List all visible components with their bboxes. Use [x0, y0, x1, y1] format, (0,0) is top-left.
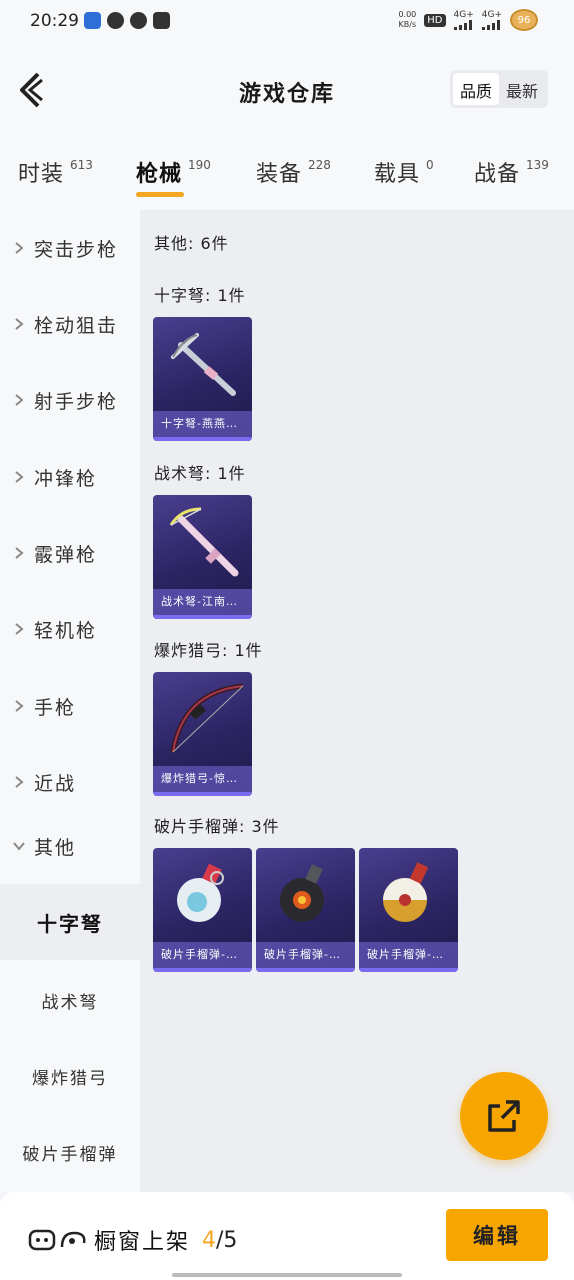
group-title-crossbow: 十字弩: 1件 — [154, 286, 246, 305]
mail-notification-icon — [153, 12, 170, 29]
bow-icon — [170, 683, 244, 753]
screen: 20:29 0.00 KB/s HD 4G+ 4G+ 96 游戏仓库 品质 最新… — [0, 0, 574, 1280]
header: 游戏仓库 品质 最新 — [0, 44, 574, 140]
sort-newest-button[interactable]: 最新 — [499, 73, 545, 105]
showcase-count: 4/5 — [202, 1227, 238, 1253]
signal-sim1-icon: 4G+ — [453, 10, 474, 30]
sidebar-item-other[interactable]: 其他 — [0, 808, 140, 884]
sidebar-item-lmg[interactable]: 轻机枪 — [0, 591, 140, 667]
category-tabs: 时装 613 枪械 190 装备 228 载具 0 战备 139 — [0, 140, 574, 210]
sidebar-sub-explosive-bow[interactable]: 爆炸猎弓 — [0, 1038, 140, 1114]
showcase-icon — [28, 1229, 86, 1251]
tab-firearms[interactable]: 枪械 190 — [136, 156, 211, 197]
category-summary: 其他: 6件 — [154, 234, 229, 253]
sort-toggle: 品质 最新 — [449, 70, 548, 108]
sidebar-sub-crossbow[interactable]: 十字弩 — [0, 884, 140, 960]
hd-badge: HD — [424, 13, 446, 27]
tab-vehicles[interactable]: 载具 0 — [374, 156, 434, 188]
crossbow-icon — [171, 333, 236, 396]
chevron-right-icon — [12, 546, 26, 560]
sidebar-item-pistol[interactable]: 手枪 — [0, 668, 140, 744]
sidebar-item-assault-rifle[interactable]: 突击步枪 — [0, 210, 140, 286]
group-title-explosive-bow: 爆炸猎弓: 1件 — [154, 641, 263, 660]
sidebar-item-bolt-sniper[interactable]: 栓动狙击 — [0, 286, 140, 362]
chevron-right-icon — [12, 393, 26, 407]
battery-icon: 96 — [510, 9, 538, 31]
chevron-right-icon — [12, 775, 26, 789]
grenade-icon — [280, 864, 324, 922]
item-card-crossbow[interactable]: 十字弩-燕燕… — [153, 317, 252, 441]
chevron-right-icon — [12, 699, 26, 713]
showcase-status[interactable]: 橱窗上架 4/5 — [28, 1224, 237, 1256]
tab-fashion[interactable]: 时装 613 — [18, 156, 93, 188]
group-title-tactical-crossbow: 战术弩: 1件 — [154, 464, 246, 483]
sidebar-item-marksman-rifle[interactable]: 射手步枪 — [0, 362, 140, 438]
sort-quality-button[interactable]: 品质 — [452, 73, 499, 105]
sidebar-sub-frag-grenade[interactable]: 破片手榴弹 — [0, 1114, 140, 1190]
sidebar: 突击步枪 栓动狙击 射手步枪 冲锋枪 霰弹枪 轻机枪 手枪 近战 其他 十字弩 … — [0, 210, 140, 1192]
item-card-frag-grenade-1[interactable]: 破片手榴弹-… — [153, 848, 252, 972]
item-card-explosive-bow[interactable]: 爆炸猎弓-惊… — [153, 672, 252, 796]
item-card-frag-grenade-2[interactable]: 破片手榴弹-… — [256, 848, 355, 972]
status-indicators: 0.00 KB/s HD 4G+ 4G+ 96 — [398, 9, 538, 31]
sidebar-item-smg[interactable]: 冲锋枪 — [0, 439, 140, 515]
chevron-right-icon — [12, 470, 26, 484]
net-speed: 0.00 KB/s — [398, 10, 417, 29]
chevron-right-icon — [12, 622, 26, 636]
chevron-right-icon — [12, 317, 26, 331]
sync-notification-icon — [130, 12, 147, 29]
edit-button[interactable]: 编辑 — [446, 1209, 548, 1261]
app-notification-icon — [84, 12, 101, 29]
chevron-right-icon — [12, 241, 26, 255]
message-notification-icon — [107, 12, 124, 29]
status-bar: 20:29 0.00 KB/s HD 4G+ 4G+ 96 — [0, 0, 574, 44]
share-button[interactable] — [460, 1072, 548, 1160]
group-title-frag-grenade: 破片手榴弹: 3件 — [154, 817, 280, 836]
tab-tactical[interactable]: 战备 139 — [474, 156, 549, 188]
item-card-frag-grenade-3[interactable]: 破片手榴弹-… — [359, 848, 458, 972]
sidebar-item-shotgun[interactable]: 霰弹枪 — [0, 515, 140, 591]
bottom-bar: 橱窗上架 4/5 编辑 — [0, 1192, 574, 1280]
status-time: 20:29 — [30, 11, 79, 31]
home-indicator[interactable] — [172, 1273, 402, 1277]
signal-sim2-icon: 4G+ — [481, 10, 502, 30]
grenade-icon — [177, 863, 224, 922]
tactical-crossbow-icon — [169, 507, 239, 577]
share-out-icon — [488, 1100, 520, 1132]
item-list: 其他: 6件 十字弩: 1件 十字弩-燕燕… 战术弩: 1件 战术弩-江南… 爆… — [140, 210, 574, 1192]
active-tab-indicator — [136, 192, 184, 197]
item-card-tactical-crossbow[interactable]: 战术弩-江南… — [153, 495, 252, 619]
tab-equipment[interactable]: 装备 228 — [256, 156, 331, 188]
grenade-icon — [383, 862, 429, 922]
chevron-down-icon — [12, 841, 26, 851]
sidebar-sub-tactical-crossbow[interactable]: 战术弩 — [0, 962, 140, 1038]
notification-icons — [84, 12, 170, 29]
